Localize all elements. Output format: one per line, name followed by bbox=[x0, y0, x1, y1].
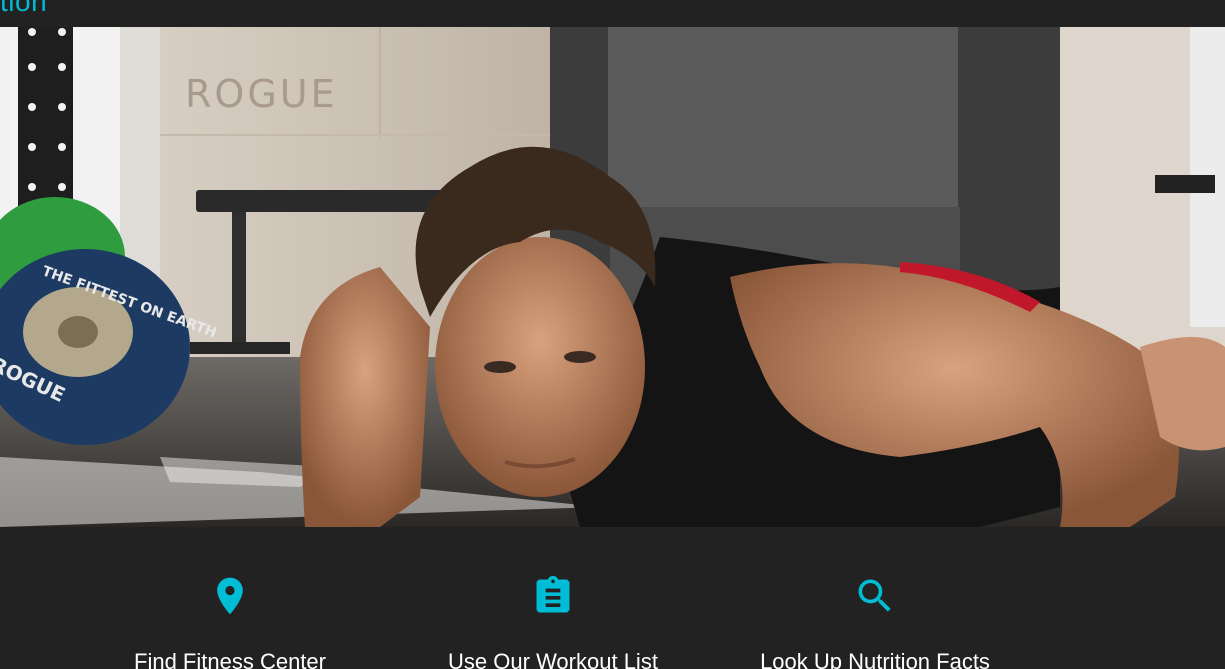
feature-find-fitness-center[interactable]: Find Fitness Center bbox=[100, 527, 360, 669]
search-icon bbox=[858, 579, 891, 612]
feature-title[interactable]: Look Up Nutrition Facts bbox=[745, 649, 1005, 669]
features-section: Find Fitness Center Use Our Workout List… bbox=[0, 527, 1225, 669]
feature-workout-list[interactable]: Use Our Workout List bbox=[423, 527, 683, 669]
feature-title[interactable]: Use Our Workout List bbox=[423, 649, 683, 669]
hero-image: ROGUE THE FITTEST ON EARTH ROGUE bbox=[0, 27, 1225, 527]
wall-rogue-text: ROGUE bbox=[185, 72, 338, 116]
feature-nutrition-facts[interactable]: Look Up Nutrition Facts bbox=[745, 527, 1005, 669]
top-navbar: tion bbox=[0, 0, 1225, 27]
map-pin-icon bbox=[217, 577, 243, 615]
hero-photo-man-pushup: ROGUE THE FITTEST ON EARTH ROGUE bbox=[0, 27, 1225, 527]
clipboard-list-icon bbox=[536, 575, 570, 613]
feature-title[interactable]: Find Fitness Center bbox=[100, 649, 360, 669]
brand-logo-text[interactable]: tion bbox=[0, 0, 47, 18]
